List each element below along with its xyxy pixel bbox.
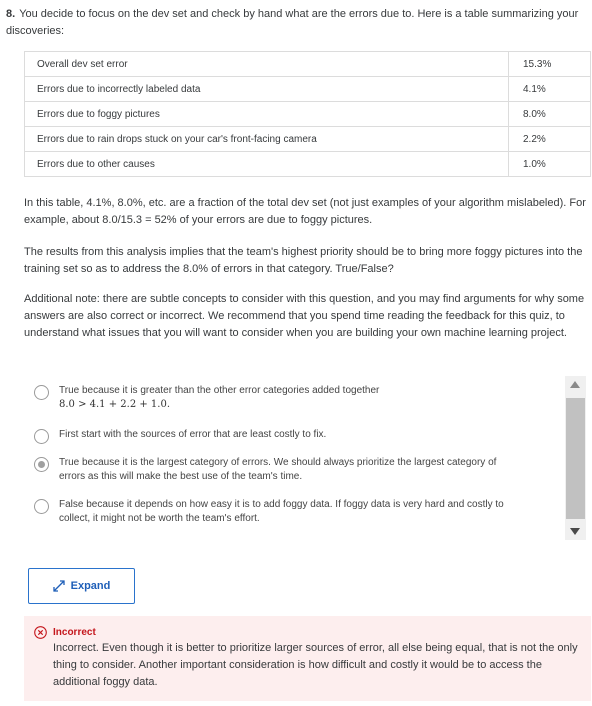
table-row: Errors due to other causes 1.0% xyxy=(24,151,591,177)
question-text: You decide to focus on the dev set and c… xyxy=(6,8,579,37)
feedback-status: Incorrect xyxy=(53,627,96,638)
table-row: Errors due to rain drops stuck on your c… xyxy=(24,126,591,152)
table-row: Errors due to foggy pictures 8.0% xyxy=(24,101,591,127)
table-row: Errors due to incorrectly labeled data 4… xyxy=(24,76,591,102)
question-statement: The results from this analysis implies t… xyxy=(24,246,583,275)
x-circle-icon xyxy=(34,626,47,639)
error-summary-table: Overall dev set error 15.3% Errors due t… xyxy=(24,51,591,177)
question-number: 8. xyxy=(6,8,16,20)
table-cell-label: Errors due to other causes xyxy=(24,151,509,177)
explanation-paragraph: In this table, 4.1%, 8.0%, etc. are a fr… xyxy=(24,197,586,226)
answer-option[interactable]: True because it is greater than the othe… xyxy=(34,384,504,412)
additional-note: Additional note: there are subtle concep… xyxy=(24,293,585,339)
feedback-text: Incorrect. Even though it is better to p… xyxy=(53,642,578,688)
scrollbar-thumb[interactable] xyxy=(566,398,585,519)
scroll-up-arrow-icon[interactable] xyxy=(570,381,580,388)
table-cell-value: 2.2% xyxy=(508,126,591,152)
table-cell-value: 15.3% xyxy=(508,51,591,77)
radio-button[interactable] xyxy=(34,499,49,514)
table-cell-value: 8.0% xyxy=(508,101,591,127)
table-cell-label: Errors due to rain drops stuck on your c… xyxy=(24,126,509,152)
table-cell-label: Errors due to foggy pictures xyxy=(24,101,509,127)
table-cell-value: 4.1% xyxy=(508,76,591,102)
scroll-down-arrow-icon[interactable] xyxy=(570,528,580,535)
answer-option[interactable]: First start with the sources of error th… xyxy=(34,428,504,444)
radio-button-selected[interactable] xyxy=(34,457,49,472)
option-formula: 8.0 > 4.1 + 2.2 + 1.0. xyxy=(59,399,171,410)
answer-option[interactable]: False because it depends on how easy it … xyxy=(34,498,504,526)
question-prompt: 8. You decide to focus on the dev set and… xyxy=(6,6,590,40)
table-cell-value: 1.0% xyxy=(508,151,591,177)
option-label: First start with the sources of error th… xyxy=(59,429,327,440)
radio-button[interactable] xyxy=(34,429,49,444)
table-cell-label: Overall dev set error xyxy=(24,51,509,77)
radio-button[interactable] xyxy=(34,385,49,400)
feedback-panel: Incorrect Incorrect. Even though it is b… xyxy=(24,616,591,701)
table-row: Overall dev set error 15.3% xyxy=(24,51,591,77)
option-label: True because it is greater than the othe… xyxy=(59,385,380,396)
table-cell-label: Errors due to incorrectly labeled data xyxy=(24,76,509,102)
expand-arrows-icon xyxy=(52,580,65,592)
answer-option[interactable]: True because it is the largest category … xyxy=(34,456,504,484)
option-label: False because it depends on how easy it … xyxy=(59,499,504,524)
option-label: True because it is the largest category … xyxy=(59,457,497,482)
expand-button[interactable]: Expand xyxy=(28,568,135,604)
expand-button-label: Expand xyxy=(70,580,111,592)
options-scrollbar[interactable] xyxy=(565,376,586,540)
